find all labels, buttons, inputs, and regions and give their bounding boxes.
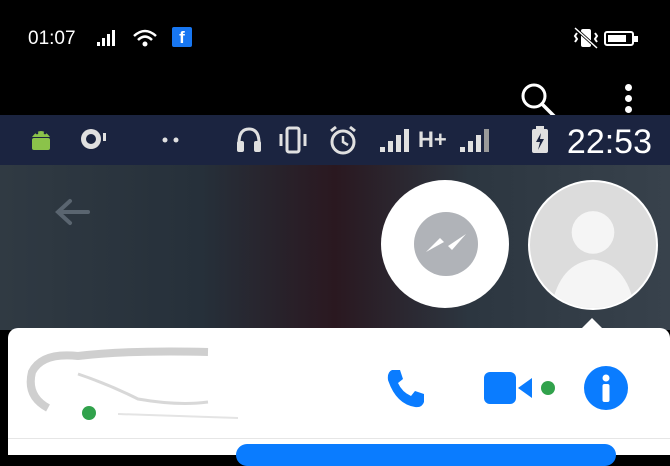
voice-call-button[interactable] (382, 364, 430, 412)
battery-icon (604, 31, 638, 46)
contact-photo (26, 347, 238, 419)
vibrate-mute-icon (573, 26, 599, 50)
divider (8, 438, 670, 439)
android-icon (32, 131, 50, 150)
alarm-icon (330, 125, 356, 155)
inner-status-time: 22:53 (566, 123, 652, 161)
more-options-icon[interactable] (616, 80, 640, 120)
messenger-icon (414, 212, 478, 276)
vibrate-icon (279, 126, 307, 154)
more-notifications-icon (162, 137, 179, 143)
search-icon[interactable] (516, 80, 560, 120)
online-status-dot (82, 406, 96, 420)
back-arrow-icon (55, 199, 90, 225)
headset-icon (237, 127, 261, 152)
signal-icon-2 (460, 129, 489, 152)
status-time: 01:07 (28, 28, 76, 49)
outer-status-bar (0, 0, 670, 112)
signal-icon (380, 129, 409, 152)
chat-icon (81, 129, 106, 149)
info-button[interactable] (584, 366, 628, 410)
video-call-button[interactable] (482, 368, 560, 408)
bottom-action-bar[interactable] (236, 444, 616, 466)
info-icon (602, 374, 610, 402)
inner-status-bar: H+ 22:53 (0, 115, 670, 165)
default-avatar-icon[interactable] (528, 180, 658, 310)
facebook-notification-icon: f (172, 27, 192, 47)
wifi-icon (133, 29, 157, 47)
signal-bars-icon (97, 30, 115, 46)
network-type-label: H+ (418, 127, 447, 152)
battery-charging-icon (532, 126, 548, 153)
